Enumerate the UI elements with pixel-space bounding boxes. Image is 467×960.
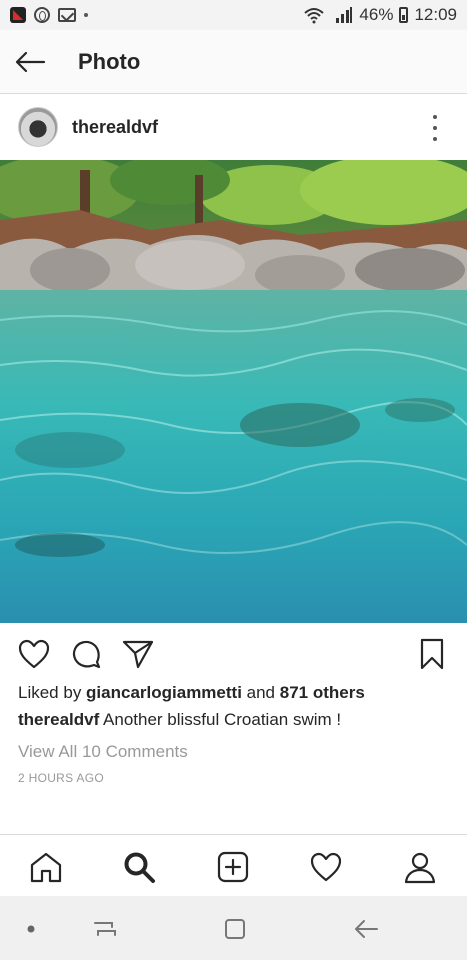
signal-icon — [336, 7, 353, 23]
recent-apps-icon — [94, 922, 116, 936]
home-system-button[interactable] — [218, 912, 252, 946]
nav-home[interactable] — [24, 845, 68, 889]
back-button[interactable] — [0, 30, 60, 94]
user-icon — [404, 852, 436, 884]
home-square-icon — [225, 919, 245, 939]
post-image — [0, 160, 467, 623]
more-vertical-icon — [433, 115, 437, 119]
wifi-icon — [304, 8, 325, 24]
avatar[interactable] — [18, 107, 58, 147]
post-header: therealdvf — [0, 95, 467, 159]
nav-add-post[interactable] — [211, 845, 255, 889]
home-icon — [30, 852, 62, 883]
view-comments-link[interactable]: View All 10 Comments — [18, 742, 188, 762]
heart-icon — [310, 852, 342, 882]
recent-apps-button[interactable] — [88, 912, 122, 946]
like-button[interactable] — [14, 634, 54, 674]
likes-prefix: Liked by — [18, 683, 87, 702]
bookmark-icon — [420, 638, 444, 670]
app-header: Photo — [0, 30, 467, 94]
system-nav-bar — [0, 896, 467, 960]
dot-icon — [27, 925, 35, 933]
arrow-left-icon — [15, 51, 46, 72]
nav-search[interactable] — [117, 845, 161, 889]
post-photo[interactable] — [0, 160, 467, 623]
share-button[interactable] — [118, 634, 158, 674]
likes-middle: and — [241, 683, 280, 702]
more-options-button[interactable] — [425, 115, 445, 141]
search-icon — [124, 852, 155, 883]
page-title: Photo — [78, 48, 141, 74]
likes-count[interactable]: 871 others — [280, 683, 365, 702]
app-notification-icon — [10, 7, 26, 23]
more-notifications-icon — [84, 13, 88, 17]
comment-bubble-icon — [72, 640, 101, 669]
nav-profile[interactable] — [398, 845, 442, 889]
caption: therealdvf Another blissful Croatian swi… — [18, 710, 341, 730]
mail-notification-icon — [58, 8, 76, 22]
back-system-button[interactable] — [349, 912, 383, 946]
battery-level: 46% — [359, 5, 394, 24]
nav-activity[interactable] — [304, 845, 348, 889]
liked-by-user[interactable]: giancarlogiammetti — [86, 683, 242, 702]
caption-text: Another blissful Croatian swim ! — [99, 710, 342, 729]
caption-username[interactable]: therealdvf — [18, 710, 99, 729]
browser-notification-icon — [34, 7, 50, 23]
bottom-nav — [0, 834, 467, 896]
post-actions — [0, 630, 467, 678]
comment-button[interactable] — [66, 634, 106, 674]
system-dot-button[interactable] — [14, 912, 48, 946]
post-time: 2 HOURS AGO — [18, 771, 104, 785]
clock: 12:09 — [414, 5, 457, 24]
paper-plane-icon — [122, 640, 154, 669]
battery-icon — [399, 7, 409, 23]
back-arrow-icon — [355, 920, 378, 938]
save-button[interactable] — [412, 634, 452, 674]
status-bar: 46% 12:09 — [0, 0, 467, 30]
heart-icon — [18, 639, 50, 669]
add-post-icon — [217, 851, 249, 883]
post-username[interactable]: therealdvf — [72, 117, 158, 138]
likes-line[interactable]: Liked by giancarlogiammetti and 871 othe… — [18, 683, 365, 703]
